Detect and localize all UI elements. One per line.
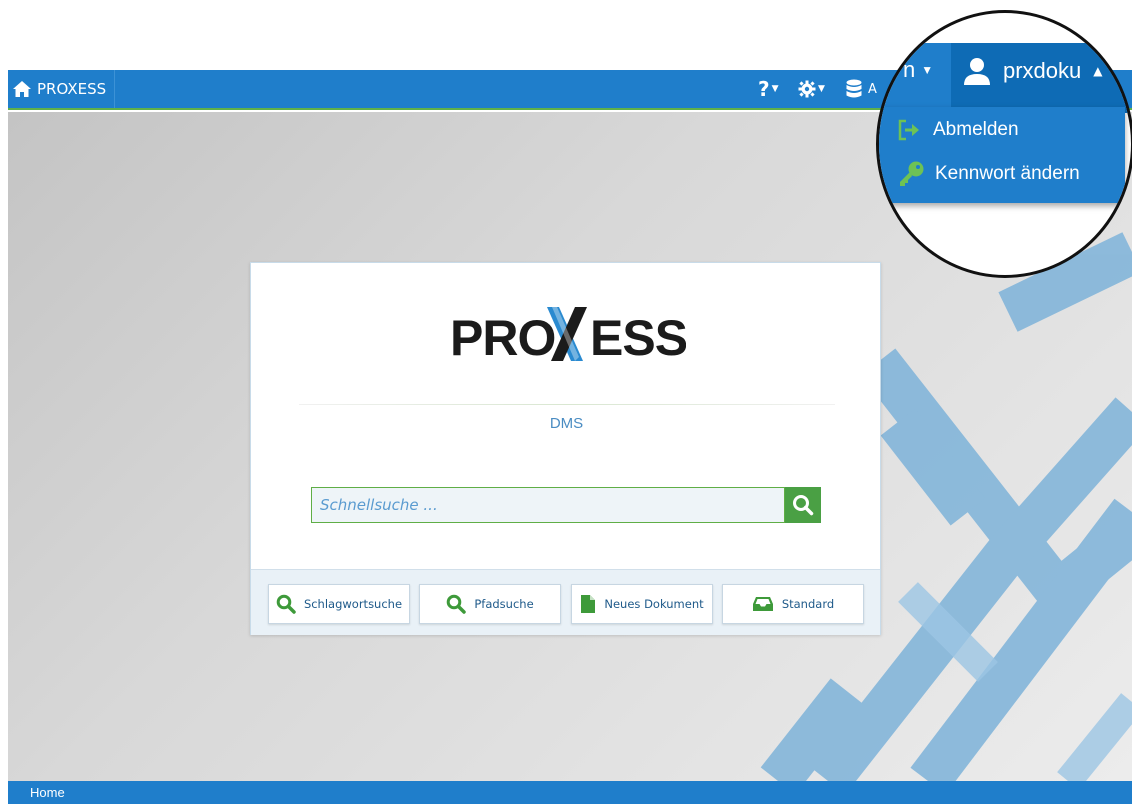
change-password-label: Kennwort ändern xyxy=(935,163,1080,184)
home-icon xyxy=(13,81,31,97)
chevron-up-icon: ▲ xyxy=(1093,64,1103,78)
zoomed-user-menu: n ▼ prxdoku ▲ Abmelden Kennwort ändern xyxy=(879,13,1131,275)
app-window: PROXESS ? ▼ ▼ A PRO ESS DMS Schnellsuche… xyxy=(0,0,1132,804)
zoomed-partial-menu[interactable]: n ▼ xyxy=(903,57,933,83)
quick-actions-bar: Schlagwortsuche Pfadsuche Neues Dokument xyxy=(251,569,880,635)
path-search-label: Pfadsuche xyxy=(474,597,534,611)
divider xyxy=(299,404,835,405)
svg-text:PRO: PRO xyxy=(450,310,555,365)
home-label: PROXESS xyxy=(37,80,107,98)
keyword-search-label: Schlagwortsuche xyxy=(303,597,403,611)
proxess-logo: PRO ESS xyxy=(450,307,686,365)
quick-search-button[interactable] xyxy=(785,487,821,523)
user-dropdown-menu: Abmelden Kennwort ändern xyxy=(879,107,1125,203)
standard-inbox-button[interactable]: Standard xyxy=(722,584,864,624)
user-icon xyxy=(964,58,990,85)
logout-icon xyxy=(898,119,919,141)
zoom-callout: n ▼ prxdoku ▲ Abmelden Kennwort ändern xyxy=(872,6,1132,280)
breadcrumb-home[interactable]: Home xyxy=(30,785,65,800)
chevron-down-icon: ▼ xyxy=(771,84,779,94)
chevron-down-icon: ▼ xyxy=(818,84,825,94)
settings-menu-button[interactable]: ▼ xyxy=(798,70,825,108)
user-menu-button[interactable]: prxdoku ▲ xyxy=(951,43,1131,113)
document-icon xyxy=(581,595,596,613)
start-panel: PRO ESS DMS Schlag xyxy=(250,262,881,635)
svg-text:ESS: ESS xyxy=(590,310,686,365)
inbox-icon xyxy=(752,597,773,611)
menu-item-change-password[interactable]: Kennwort ändern xyxy=(897,161,1080,187)
username-label: prxdoku xyxy=(1003,58,1082,83)
menu-item-logout[interactable]: Abmelden xyxy=(897,119,1019,141)
keyword-search-button[interactable]: Schlagwortsuche xyxy=(268,584,410,624)
product-label: DMS xyxy=(549,415,584,432)
search-icon xyxy=(276,594,296,614)
home-link[interactable]: PROXESS xyxy=(8,70,116,108)
new-document-label: Neues Dokument xyxy=(604,597,704,611)
new-document-button[interactable]: Neues Dokument xyxy=(571,584,713,624)
chevron-down-icon: ▼ xyxy=(921,63,934,77)
search-icon xyxy=(793,495,814,516)
zoomed-partial-label: n xyxy=(903,57,916,82)
standard-inbox-label: Standard xyxy=(781,597,835,611)
zoom-circle: n ▼ prxdoku ▲ Abmelden Kennwort ändern xyxy=(876,10,1132,278)
logout-label: Abmelden xyxy=(933,119,1019,140)
quick-search-field[interactable] xyxy=(311,487,785,523)
question-icon: ? xyxy=(758,77,770,101)
key-icon xyxy=(900,161,924,186)
path-search-button[interactable]: Pfadsuche xyxy=(419,584,561,624)
status-bar: Home xyxy=(8,781,1132,804)
quick-search-input[interactable] xyxy=(312,488,784,522)
database-icon xyxy=(846,79,862,98)
search-icon xyxy=(447,594,467,614)
gear-icon xyxy=(798,80,816,98)
help-menu-button[interactable]: ? ▼ xyxy=(758,70,779,108)
